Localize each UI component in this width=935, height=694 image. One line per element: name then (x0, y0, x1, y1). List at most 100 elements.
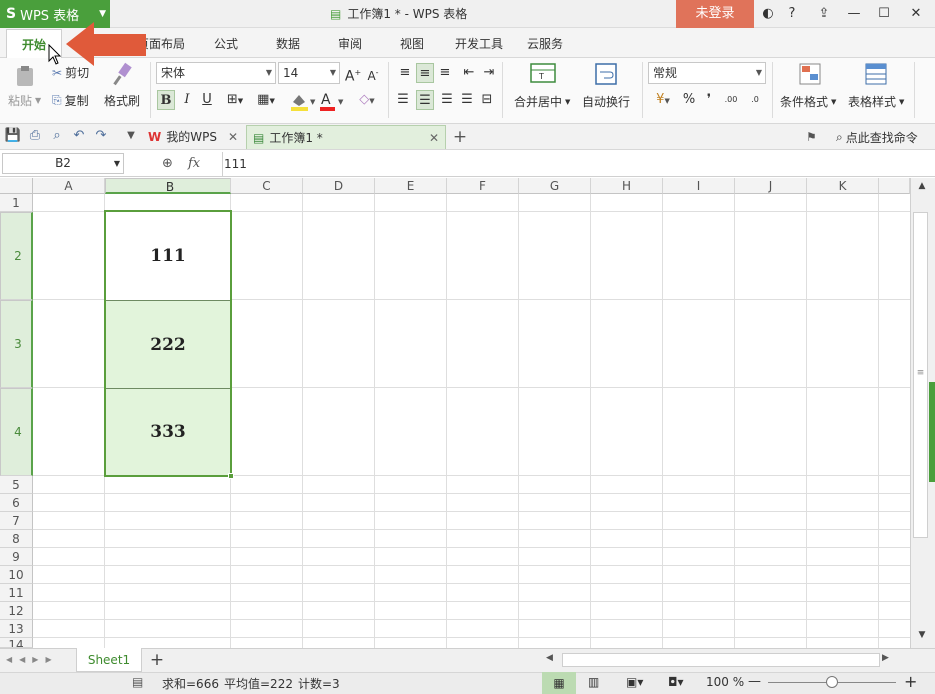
close-button[interactable]: ✕ (906, 0, 926, 28)
row-header-9[interactable]: 9 (0, 548, 33, 566)
scroll-up-icon[interactable]: ▲ (913, 181, 931, 195)
skin-icon[interactable]: ◐ (758, 0, 778, 28)
login-button[interactable]: 未登录 (676, 0, 754, 28)
row-header-8[interactable]: 8 (0, 530, 33, 548)
tab-view[interactable]: 视图 (392, 28, 432, 59)
underline-button[interactable]: U (198, 90, 216, 110)
eye-protection-icon[interactable]: ◘▾ (668, 675, 684, 689)
copy-button[interactable]: ⎘ 复制 (52, 92, 89, 109)
italic-button[interactable]: I (178, 90, 196, 110)
close-icon[interactable]: ✕ (429, 126, 439, 150)
zoom-search-icon[interactable]: ⊕ (162, 153, 173, 175)
help-button[interactable]: ? (782, 0, 802, 28)
align-center-icon[interactable]: ☰ (416, 90, 434, 110)
decrease-decimal-icon[interactable]: .0 (746, 90, 764, 110)
zoom-slider-thumb[interactable] (826, 676, 838, 688)
conditional-format-button[interactable]: 条件格式 ▼ (780, 93, 836, 110)
tab-formulas[interactable]: 公式 (206, 28, 246, 59)
align-middle-icon[interactable]: ≡ (416, 63, 434, 83)
tab-data[interactable]: 数据 (268, 28, 308, 59)
column-header-l[interactable] (879, 178, 910, 194)
column-header-c[interactable]: C (231, 178, 303, 194)
paste-icon[interactable] (12, 64, 38, 88)
align-left-icon[interactable]: ☰ (394, 90, 412, 110)
command-search[interactable]: ⌕ 点此查找命令 (836, 125, 918, 149)
decrease-indent-icon[interactable]: ⇤ (460, 63, 478, 83)
sheet-navigation-icon[interactable]: ◀◀▶▶ (6, 652, 59, 668)
align-right-icon[interactable]: ☰ (438, 90, 456, 110)
close-icon[interactable]: ✕ (228, 125, 238, 149)
increase-indent-icon[interactable]: ⇥ (480, 63, 498, 83)
column-header-f[interactable]: F (447, 178, 519, 194)
justify-icon[interactable]: ☰ (458, 90, 476, 110)
table-style-button[interactable]: 表格样式 ▼ (848, 93, 904, 110)
column-header-j[interactable]: J (735, 178, 807, 194)
increase-decimal-icon[interactable]: .00 (722, 90, 740, 110)
row-header-14[interactable]: 14 (0, 638, 33, 648)
pin-icon[interactable]: ⚑ (806, 125, 817, 149)
column-header-e[interactable]: E (375, 178, 447, 194)
page-break-view-icon[interactable]: ▥ (588, 675, 599, 689)
wrap-text-button[interactable]: 自动换行 (582, 93, 630, 110)
zoom-in-button[interactable]: + (904, 672, 917, 691)
tab-review[interactable]: 审阅 (330, 28, 370, 59)
row-header-10[interactable]: 10 (0, 566, 33, 584)
column-header-h[interactable]: H (591, 178, 663, 194)
clear-format-icon[interactable]: ◇▼ (354, 90, 380, 110)
new-tab-button[interactable]: + (450, 125, 470, 149)
row-header-6[interactable]: 6 (0, 494, 33, 512)
decrease-font-icon[interactable]: A- (364, 63, 382, 83)
column-header-b[interactable]: B (105, 178, 231, 194)
wrap-text-icon[interactable] (594, 62, 618, 86)
paste-button[interactable]: 粘贴 ▼ (8, 92, 41, 109)
conditional-format-icon[interactable] (798, 62, 824, 88)
name-box[interactable]: B2 ▼ (2, 153, 124, 174)
horizontal-scrollbar[interactable] (562, 653, 880, 667)
row-header-13[interactable]: 13 (0, 620, 33, 638)
scroll-left-icon[interactable]: ◀ (546, 653, 556, 667)
normal-view-icon[interactable]: ▦ (542, 672, 576, 694)
row-header-3[interactable]: 3 (0, 300, 33, 388)
row-header-12[interactable]: 12 (0, 602, 33, 620)
bold-button[interactable]: B (157, 90, 175, 110)
row-header-5[interactable]: 5 (0, 476, 33, 494)
tab-developer[interactable]: 开发工具 (450, 28, 508, 59)
row-header-1[interactable]: 1 (0, 194, 33, 212)
row-header-4[interactable]: 4 (0, 388, 33, 476)
add-sheet-button[interactable]: + (148, 648, 166, 672)
comma-button[interactable]: ❜ (700, 90, 718, 110)
row-header-7[interactable]: 7 (0, 512, 33, 530)
column-header-k[interactable]: K (807, 178, 879, 194)
formula-input[interactable]: 111 (224, 151, 247, 177)
font-size-select[interactable]: 14 ▼ (278, 62, 340, 84)
maximize-button[interactable]: ☐ (874, 0, 894, 28)
font-name-select[interactable]: 宋体 ▼ (156, 62, 276, 84)
sheet-tab-sheet1[interactable]: Sheet1 (76, 648, 142, 672)
scroll-down-icon[interactable]: ▼ (913, 630, 931, 644)
print-preview-icon[interactable]: ⌕ (48, 127, 66, 145)
table-style-icon[interactable] (864, 62, 890, 88)
select-all-corner[interactable] (0, 178, 33, 194)
record-icon[interactable]: ▤ (132, 675, 143, 689)
zoom-level[interactable]: 100 % (706, 675, 744, 689)
font-color-icon[interactable]: A ▼ (318, 90, 346, 112)
tab-my-wps[interactable]: W 我的WPS ✕ (142, 125, 244, 149)
column-header-a[interactable]: A (33, 178, 105, 194)
border-icon[interactable]: ⊞▼ (222, 90, 248, 110)
number-format-select[interactable]: 常规 ▼ (648, 62, 766, 84)
minimize-button[interactable]: — (844, 0, 864, 28)
increase-font-icon[interactable]: A+ (344, 63, 362, 85)
side-panel-toggle[interactable] (929, 382, 935, 482)
undo-icon[interactable]: ↶ (70, 127, 88, 145)
row-header-11[interactable]: 11 (0, 584, 33, 602)
percent-button[interactable]: % (680, 90, 698, 110)
scroll-right-icon[interactable]: ▶ (882, 653, 892, 667)
zoom-out-button[interactable]: — (748, 674, 761, 689)
column-header-i[interactable]: I (663, 178, 735, 194)
print-icon[interactable]: ⎙ (26, 127, 44, 145)
fill-handle[interactable] (228, 473, 234, 479)
align-top-icon[interactable]: ≡ (396, 63, 414, 83)
row-header-2[interactable]: 2 (0, 212, 33, 300)
merge-center-button[interactable]: 合并居中 ▼ (514, 93, 570, 110)
customize-toolbar-icon[interactable]: ▼ (122, 127, 140, 145)
